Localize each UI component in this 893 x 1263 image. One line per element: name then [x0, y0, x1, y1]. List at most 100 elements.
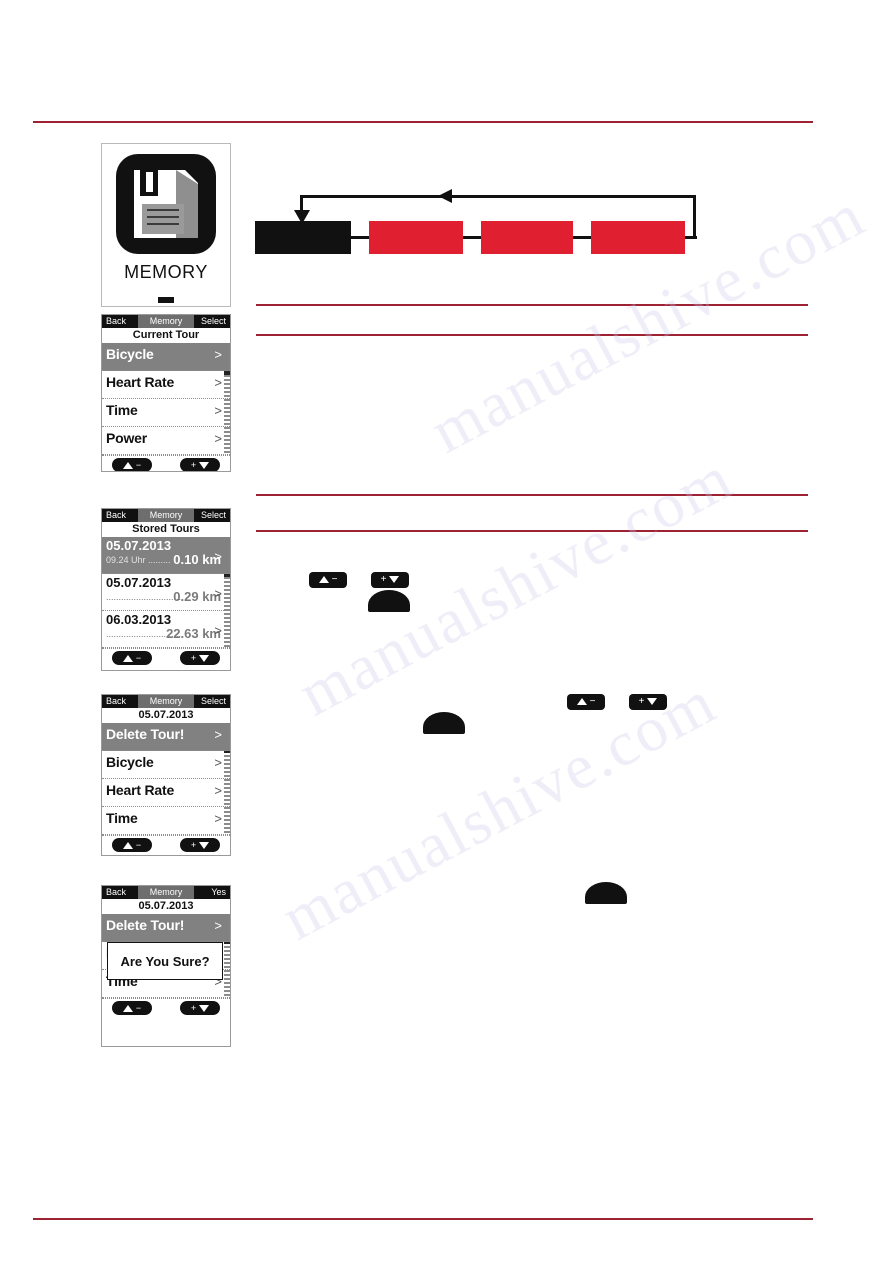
screen3-row-heart-rate-label: Heart Rate — [106, 782, 175, 798]
screen-tour-detail[interactable]: Back Memory Select 05.07.2013 Delete Tou… — [101, 694, 231, 856]
screen1-row-heart-rate[interactable]: Heart Rate > — [102, 371, 230, 399]
screen2-title-memory: Memory — [132, 509, 200, 522]
screen3-down-plus-key[interactable]: + — [180, 838, 220, 852]
screen2-tour-row-2[interactable]: 05.07.2013 .............................… — [102, 574, 230, 611]
body-key-group1-dome[interactable] — [368, 590, 410, 612]
screen2-plus-label: + — [190, 653, 197, 663]
body-key-g2-minus-label: − — [589, 696, 596, 707]
screen4-row-delete-tour[interactable]: Delete Tour! > — [102, 914, 230, 942]
page-rule-top — [33, 121, 813, 123]
screen2-tour-row-1[interactable]: 05.07.2013 09.24 Uhr ......... 0.10 km > — [102, 537, 230, 574]
body-key-group1-up-minus[interactable]: − — [309, 572, 347, 588]
memory-icon-tile: MEMORY — [101, 143, 231, 307]
connector-2 — [461, 236, 483, 239]
screen2-down-plus-key[interactable]: + — [180, 651, 220, 665]
screen1-row-heart-rate-label: Heart Rate — [106, 374, 175, 390]
screen3-row-delete-tour-label: Delete Tour! — [106, 726, 185, 742]
screen3-row-time-label: Time — [106, 810, 138, 826]
body-key-group2-down-plus[interactable]: + — [629, 694, 667, 710]
screen1-list: Bicycle > Heart Rate > Time > Power > — [102, 343, 230, 455]
screen1-row-bicycle-label: Bicycle — [106, 346, 154, 362]
screen3-row-bicycle[interactable]: Bicycle > — [102, 751, 230, 779]
screen2-tour-3-distance: 22.63 km — [166, 626, 221, 641]
screen4-button-bar: − + — [102, 998, 230, 1019]
screen1-row-bicycle[interactable]: Bicycle > — [102, 343, 230, 371]
screen1-row-power[interactable]: Power > — [102, 427, 230, 455]
body-key-group1-down-plus[interactable]: + — [371, 572, 409, 588]
screen2-tour-row-3[interactable]: 06.03.2013 .............................… — [102, 611, 230, 648]
screen4-topbar: Back Memory Yes — [102, 886, 230, 899]
section-rule-4 — [256, 530, 808, 532]
screen3-row-time[interactable]: Time > — [102, 807, 230, 835]
screen3-topbar: Back Memory Select — [102, 695, 230, 708]
screen3-row-delete-tour[interactable]: Delete Tour! > — [102, 723, 230, 751]
flow-box-2 — [369, 221, 463, 254]
confirm-dialog: Are You Sure? — [107, 942, 223, 980]
watermark: manualshive.com manualshive.com manualsh… — [135, 178, 893, 1074]
screen3-title-memory: Memory — [132, 695, 200, 708]
page-rule-bottom — [33, 1218, 813, 1220]
screen1-row-time[interactable]: Time > — [102, 399, 230, 427]
section-rule-1 — [256, 304, 808, 306]
body-key-g2-plus-label: + — [638, 696, 645, 707]
screen4-up-minus-key[interactable]: − — [112, 1001, 152, 1015]
chevron-right-icon: > — [214, 623, 222, 638]
loop-line-right — [693, 195, 696, 238]
screen1-plus-label: + — [190, 460, 197, 470]
chevron-right-icon: > — [214, 918, 222, 933]
screen3-list: Delete Tour! > Bicycle > Heart Rate > Ti… — [102, 723, 230, 835]
screen2-tour-1-date: 05.07.2013 — [106, 538, 172, 553]
screen1-heading: Current Tour — [102, 328, 230, 343]
chevron-right-icon: > — [214, 727, 222, 742]
chevron-right-icon: > — [214, 755, 222, 770]
screen2-up-minus-key[interactable]: − — [112, 651, 152, 665]
connector-1 — [349, 236, 371, 239]
screen4-list: Delete Tour! > Heart Rate > Time > Are Y… — [102, 914, 230, 998]
loop-line-top — [300, 195, 696, 198]
screen1-row-time-label: Time — [106, 402, 138, 418]
chevron-right-icon: > — [214, 811, 222, 826]
body-key-group3-dome[interactable] — [585, 882, 627, 904]
flow-box-3 — [481, 221, 573, 254]
chevron-right-icon: > — [214, 586, 222, 601]
body-key-g1-minus-label: − — [331, 574, 338, 585]
screen4-row-delete-tour-label: Delete Tour! — [106, 917, 185, 933]
screen1-up-minus-key[interactable]: − — [112, 458, 152, 471]
connector-3 — [571, 236, 593, 239]
screen3-minus-label: − — [135, 840, 142, 850]
screen3-back-button[interactable]: Back — [106, 695, 126, 708]
floppy-disk-icon — [116, 154, 216, 254]
screen2-tour-3-date: 06.03.2013 — [106, 612, 172, 627]
screen3-select-button[interactable]: Select — [201, 695, 226, 708]
screen1-minus-label: − — [135, 460, 142, 470]
screen4-title-memory: Memory — [132, 886, 200, 899]
screen3-row-bicycle-label: Bicycle — [106, 754, 154, 770]
screen3-heading: 05.07.2013 — [102, 708, 230, 723]
loop-arrow-left-icon — [438, 189, 452, 203]
screen1-select-button[interactable]: Select — [201, 315, 226, 328]
screen3-button-bar: − + — [102, 835, 230, 855]
screen2-button-bar: − + — [102, 648, 230, 669]
flow-box-1 — [255, 221, 351, 254]
screen-current-tour[interactable]: Back Memory Select Current Tour Bicycle … — [101, 314, 231, 472]
screen1-down-plus-key[interactable]: + — [180, 458, 220, 471]
screen4-yes-button[interactable]: Yes — [211, 886, 226, 899]
screen-stored-tours[interactable]: Back Memory Select Stored Tours 05.07.20… — [101, 508, 231, 671]
screen4-down-plus-key[interactable]: + — [180, 1001, 220, 1015]
body-key-group2-up-minus[interactable]: − — [567, 694, 605, 710]
screen2-topbar: Back Memory Select — [102, 509, 230, 522]
screen-confirm-delete[interactable]: Back Memory Yes 05.07.2013 Delete Tour! … — [101, 885, 231, 1047]
screen3-row-heart-rate[interactable]: Heart Rate > — [102, 779, 230, 807]
chevron-right-icon: > — [214, 783, 222, 798]
connector-4 — [683, 236, 697, 239]
screen1-title-memory: Memory — [132, 315, 200, 328]
screen4-back-button[interactable]: Back — [106, 886, 126, 899]
screen1-back-button[interactable]: Back — [106, 315, 126, 328]
screen1-topbar: Back Memory Select — [102, 315, 230, 328]
body-key-group2-dome[interactable] — [423, 712, 465, 734]
screen3-up-minus-key[interactable]: − — [112, 838, 152, 852]
screen2-select-button[interactable]: Select — [201, 509, 226, 522]
screen2-back-button[interactable]: Back — [106, 509, 126, 522]
screen2-heading: Stored Tours — [102, 522, 230, 537]
chevron-right-icon: > — [214, 375, 222, 390]
